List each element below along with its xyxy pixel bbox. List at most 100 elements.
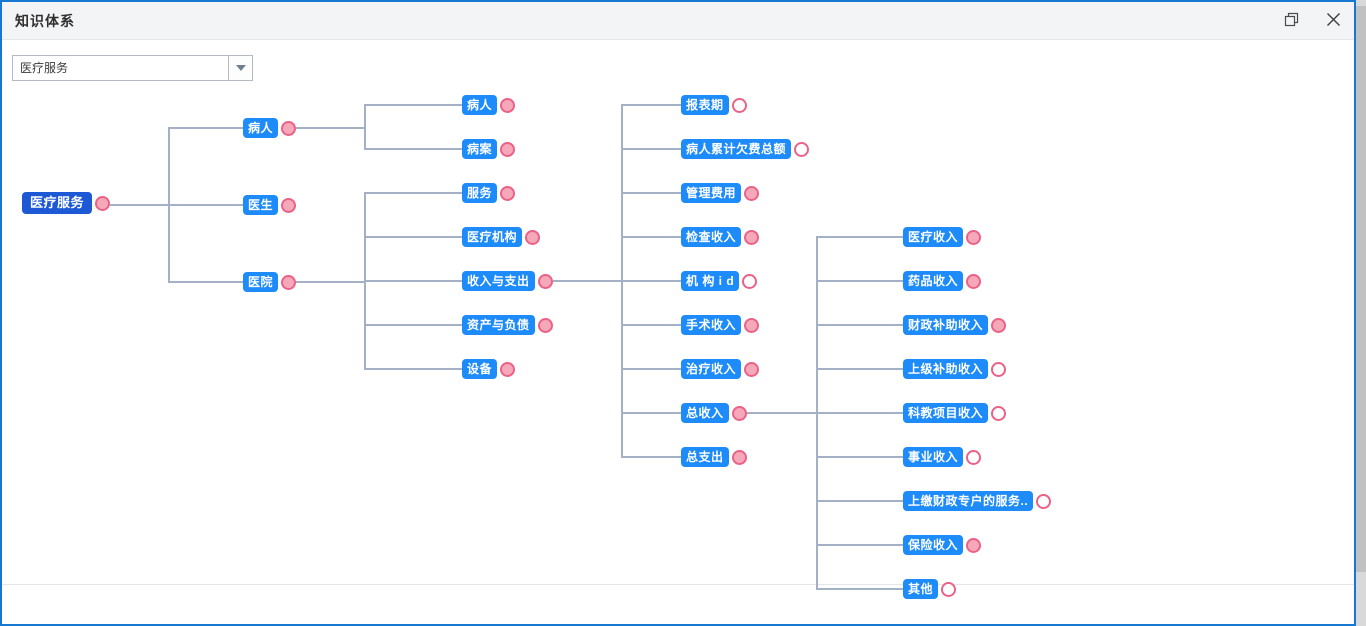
tree-node-label[interactable]: 病案 — [462, 139, 497, 159]
tree-node[interactable]: 总支出 — [681, 447, 747, 467]
scrollbar[interactable] — [1356, 0, 1366, 626]
tree-node[interactable]: 财政补助收入 — [903, 315, 1006, 335]
chevron-down-icon — [236, 65, 246, 71]
node-expand-handle[interactable] — [500, 142, 515, 157]
combo-dropdown-button[interactable] — [228, 56, 252, 80]
tree-node[interactable]: 病人 — [243, 118, 296, 138]
tree-node-label[interactable]: 服务 — [462, 183, 497, 203]
tree-node[interactable]: 上级补助收入 — [903, 359, 1006, 379]
tree-node-label[interactable]: 药品收入 — [903, 271, 963, 291]
tree-node-label[interactable]: 医疗服务 — [22, 192, 92, 214]
tree-node[interactable]: 事业收入 — [903, 447, 981, 467]
node-expand-handle[interactable] — [966, 538, 981, 553]
node-expand-handle[interactable] — [742, 274, 757, 289]
tree-node[interactable]: 收入与支出 — [462, 271, 553, 291]
tree-node[interactable]: 上缴财政专户的服务.. — [903, 491, 1051, 511]
node-expand-handle[interactable] — [500, 98, 515, 113]
node-expand-handle[interactable] — [281, 198, 296, 213]
node-expand-handle[interactable] — [281, 275, 296, 290]
tree-node-label[interactable]: 医疗机构 — [462, 227, 522, 247]
tree-node[interactable]: 机 构 i d — [681, 271, 757, 291]
node-expand-handle[interactable] — [991, 406, 1006, 421]
window-controls — [1276, 2, 1348, 40]
tree-node[interactable]: 医疗服务 — [22, 192, 110, 214]
tree-node[interactable]: 病人累计欠费总额 — [681, 139, 809, 159]
node-expand-handle[interactable] — [991, 318, 1006, 333]
tree-node[interactable]: 检查收入 — [681, 227, 759, 247]
tree-node-label[interactable]: 上缴财政专户的服务.. — [903, 491, 1033, 511]
canvas-footer-divider — [2, 584, 1354, 585]
node-expand-handle[interactable] — [966, 274, 981, 289]
knowledge-system-window: 知识体系 医疗服务 — [0, 0, 1356, 626]
tree-node[interactable]: 保险收入 — [903, 535, 981, 555]
tree-node-label[interactable]: 总收入 — [681, 403, 729, 423]
tree-node[interactable]: 资产与负债 — [462, 315, 553, 335]
node-expand-handle[interactable] — [95, 196, 110, 211]
close-button[interactable] — [1318, 6, 1348, 36]
tree-node[interactable]: 科教项目收入 — [903, 403, 1006, 423]
node-expand-handle[interactable] — [966, 450, 981, 465]
tree-node[interactable]: 总收入 — [681, 403, 747, 423]
node-expand-handle[interactable] — [744, 230, 759, 245]
tree-node-label[interactable]: 病人 — [243, 118, 278, 138]
tree-node-label[interactable]: 财政补助收入 — [903, 315, 988, 335]
node-expand-handle[interactable] — [500, 362, 515, 377]
tree-node[interactable]: 其他 — [903, 579, 956, 599]
restore-button[interactable] — [1276, 6, 1306, 36]
tree-node[interactable]: 医疗收入 — [903, 227, 981, 247]
restore-icon — [1284, 12, 1299, 30]
tree-node-label[interactable]: 总支出 — [681, 447, 729, 467]
scrollbar-thumb[interactable] — [1356, 6, 1366, 572]
node-expand-handle[interactable] — [1036, 494, 1051, 509]
node-expand-handle[interactable] — [732, 406, 747, 421]
tree-node-label[interactable]: 其他 — [903, 579, 938, 599]
tree-node[interactable]: 病案 — [462, 139, 515, 159]
tree-node-label[interactable]: 医疗收入 — [903, 227, 963, 247]
tree-node[interactable]: 病人 — [462, 95, 515, 115]
tree-node[interactable]: 设备 — [462, 359, 515, 379]
node-expand-handle[interactable] — [732, 98, 747, 113]
tree-node-label[interactable]: 管理费用 — [681, 183, 741, 203]
knowledge-tree-select[interactable]: 医疗服务 — [12, 55, 253, 81]
node-expand-handle[interactable] — [991, 362, 1006, 377]
tree-node[interactable]: 医院 — [243, 272, 296, 292]
tree-node-label[interactable]: 病人 — [462, 95, 497, 115]
tree-node-label[interactable]: 事业收入 — [903, 447, 963, 467]
tree-node[interactable]: 管理费用 — [681, 183, 759, 203]
node-expand-handle[interactable] — [966, 230, 981, 245]
node-expand-handle[interactable] — [500, 186, 515, 201]
node-expand-handle[interactable] — [744, 186, 759, 201]
node-expand-handle[interactable] — [794, 142, 809, 157]
node-expand-handle[interactable] — [281, 121, 296, 136]
tree-node[interactable]: 药品收入 — [903, 271, 981, 291]
tree-node[interactable]: 治疗收入 — [681, 359, 759, 379]
tree-node-label[interactable]: 机 构 i d — [681, 271, 739, 291]
tree-node-label[interactable]: 医生 — [243, 195, 278, 215]
tree-node-label[interactable]: 手术收入 — [681, 315, 741, 335]
tree-node-label[interactable]: 医院 — [243, 272, 278, 292]
node-expand-handle[interactable] — [744, 362, 759, 377]
tree-node-label[interactable]: 科教项目收入 — [903, 403, 988, 423]
tree-node-label[interactable]: 上级补助收入 — [903, 359, 988, 379]
tree-node[interactable]: 医疗机构 — [462, 227, 540, 247]
tree-node[interactable]: 服务 — [462, 183, 515, 203]
tree-node-label[interactable]: 资产与负债 — [462, 315, 535, 335]
tree-node[interactable]: 手术收入 — [681, 315, 759, 335]
tree-node-label[interactable]: 病人累计欠费总额 — [681, 139, 791, 159]
tree-node[interactable]: 医生 — [243, 195, 296, 215]
tree-node-label[interactable]: 收入与支出 — [462, 271, 535, 291]
tree-node-label[interactable]: 设备 — [462, 359, 497, 379]
node-expand-handle[interactable] — [744, 318, 759, 333]
node-expand-handle[interactable] — [732, 450, 747, 465]
tree-node-label[interactable]: 报表期 — [681, 95, 729, 115]
tree-node-label[interactable]: 检查收入 — [681, 227, 741, 247]
tree-node[interactable]: 报表期 — [681, 95, 747, 115]
title-bar: 知识体系 — [2, 2, 1354, 40]
node-expand-handle[interactable] — [538, 274, 553, 289]
node-expand-handle[interactable] — [941, 582, 956, 597]
tree-node-label[interactable]: 保险收入 — [903, 535, 963, 555]
combo-selected-value: 医疗服务 — [13, 56, 228, 80]
node-expand-handle[interactable] — [538, 318, 553, 333]
node-expand-handle[interactable] — [525, 230, 540, 245]
tree-node-label[interactable]: 治疗收入 — [681, 359, 741, 379]
